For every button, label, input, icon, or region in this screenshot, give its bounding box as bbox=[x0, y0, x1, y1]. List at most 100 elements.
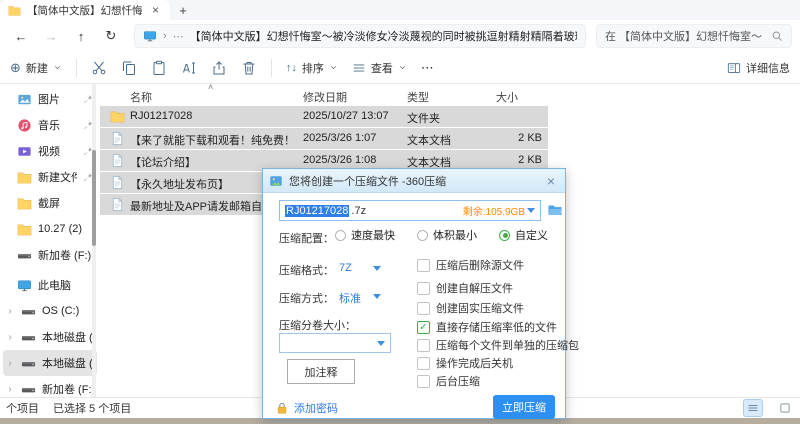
thumbnail-view-toggle[interactable] bbox=[776, 400, 794, 416]
selected-filename: RJ01217028 bbox=[285, 204, 350, 217]
add-password-link[interactable]: 添加密码 bbox=[275, 400, 338, 416]
360zip-icon bbox=[269, 174, 283, 188]
sort-button[interactable]: ↑↓ 排序 bbox=[286, 60, 338, 76]
column-header-name[interactable]: 名称 bbox=[130, 89, 152, 105]
breadcrumb-chevron-icon: › bbox=[163, 30, 167, 42]
sidebar-item-videos[interactable]: 视频 bbox=[3, 138, 97, 164]
chevron-down-icon bbox=[329, 63, 338, 72]
rename-icon[interactable] bbox=[181, 60, 197, 76]
file-row[interactable]: 【来了就能下载和观看！纯免费！】 2025/3/26 1:07 文本文档 2 K… bbox=[100, 128, 548, 149]
sidebar-item-music[interactable]: 音乐 bbox=[3, 112, 97, 138]
back-button[interactable]: ← bbox=[8, 24, 34, 48]
column-headers: ˄ 名称 修改日期 类型 大小 bbox=[100, 82, 800, 106]
radio-smallest[interactable]: 体积最小 bbox=[417, 227, 499, 243]
chevron-right-icon[interactable]: › bbox=[5, 384, 15, 395]
view-button[interactable]: 查看 bbox=[352, 60, 407, 76]
checkbox-background-compress[interactable]: ✓ 后台压缩 bbox=[417, 373, 480, 389]
compress-now-button[interactable]: 立即压缩 bbox=[493, 395, 555, 419]
format-label: 压缩格式： bbox=[279, 265, 334, 277]
music-icon bbox=[17, 118, 32, 133]
checkbox-delete-source[interactable]: ✓ 压缩后删除源文件 bbox=[417, 257, 524, 273]
checkbox-solid-archive[interactable]: ✓ 创建固实压缩文件 bbox=[417, 300, 524, 316]
paste-icon[interactable] bbox=[151, 60, 167, 76]
folder-icon bbox=[17, 170, 32, 185]
method-value[interactable]: 标准 bbox=[339, 290, 361, 306]
checkbox-separate-archives[interactable]: ✓ 压缩每个文件到单独的压缩包 bbox=[417, 337, 579, 353]
archive-name-input[interactable]: RJ01217028 .7z 剩余:105.9GB bbox=[279, 200, 541, 221]
copy-icon[interactable] bbox=[121, 60, 137, 76]
delete-icon[interactable] bbox=[241, 60, 257, 76]
plus-circle-icon: ⊕ bbox=[10, 59, 21, 75]
details-view-toggle[interactable] bbox=[743, 399, 763, 417]
more-options-icon[interactable]: ⋯ bbox=[421, 60, 434, 76]
text-file-icon bbox=[110, 175, 125, 190]
scrollbar-thumb[interactable] bbox=[92, 150, 96, 246]
sidebar-item-volume-f[interactable]: 新加卷 (F:) bbox=[3, 242, 97, 268]
sidebar-scrollbar[interactable] bbox=[92, 84, 96, 397]
radio-icon bbox=[499, 229, 510, 241]
chevron-right-icon[interactable]: › bbox=[5, 332, 15, 343]
file-row[interactable]: RJ01217028 2025/10/27 13:07 文件夹 bbox=[100, 106, 548, 127]
search-box[interactable]: 在 【简体中文版】幻想忏悔室～ bbox=[596, 24, 792, 48]
text-file-icon bbox=[110, 131, 125, 146]
sidebar-item-os-c[interactable]: › OS (C:) bbox=[3, 298, 97, 324]
dropdown-arrow-icon[interactable] bbox=[373, 266, 381, 275]
chevron-right-icon[interactable]: › bbox=[5, 358, 15, 369]
disk-space-remaining: 剩余:105.9GB bbox=[462, 207, 525, 218]
search-input[interactable]: 在 【简体中文版】幻想忏悔室～ bbox=[605, 28, 765, 44]
this-pc-icon bbox=[143, 29, 157, 43]
forward-button[interactable]: → bbox=[38, 24, 64, 48]
checkbox-shutdown-after[interactable]: ✓ 操作完成后关机 bbox=[417, 355, 513, 371]
add-comment-button[interactable]: 加注释 bbox=[287, 359, 355, 384]
details-pane-button[interactable]: 详细信息 bbox=[727, 60, 790, 76]
chevron-down-icon bbox=[53, 63, 62, 72]
thumbnail-view-icon bbox=[779, 402, 791, 414]
dropdown-arrow-icon[interactable] bbox=[373, 294, 381, 303]
radio-custom[interactable]: 自定义 bbox=[499, 227, 548, 243]
address-bar[interactable]: › ⋯ 【简体中文版】幻想忏悔室～被冷淡修女冷淡蔑视的同时被挑逗射精射精隔着玻璃 bbox=[134, 24, 586, 48]
drive-icon bbox=[17, 248, 32, 263]
new-tab-button[interactable]: + bbox=[170, 0, 196, 20]
sidebar-item-new-folder[interactable]: 新建文件夹 bbox=[3, 164, 97, 190]
sidebar-item-screenshots[interactable]: 截屏 bbox=[3, 190, 97, 216]
sidebar-item-pictures[interactable]: 图片 bbox=[3, 86, 97, 112]
list-view-icon bbox=[747, 402, 759, 414]
checkbox-store-low-ratio[interactable]: ✓ 直接存储压缩率低的文件 bbox=[417, 319, 557, 335]
split-size-combo[interactable] bbox=[279, 333, 391, 353]
format-value[interactable]: 7Z bbox=[339, 262, 352, 274]
breadcrumb-ellipsis-icon[interactable]: ⋯ bbox=[173, 30, 184, 43]
checkbox-self-extracting[interactable]: ✓ 创建自解压文件 bbox=[417, 280, 513, 296]
new-button[interactable]: ⊕ 新建 bbox=[10, 60, 62, 76]
drive-icon bbox=[21, 330, 36, 345]
sidebar-item-volume-f2[interactable]: › 新加卷 (F:) bbox=[3, 376, 97, 397]
tab-close-icon[interactable]: × bbox=[149, 4, 162, 16]
filename-extension: .7z bbox=[351, 204, 367, 217]
refresh-button[interactable]: ↻ bbox=[98, 24, 124, 48]
tab-bar: 【简体中文版】幻想忏悔室～被 × + bbox=[0, 0, 800, 20]
cut-icon[interactable] bbox=[91, 60, 107, 76]
dropdown-arrow-icon[interactable] bbox=[527, 208, 535, 217]
column-header-date[interactable]: 修改日期 bbox=[303, 89, 347, 105]
checkbox-icon: ✓ bbox=[417, 320, 430, 334]
details-pane-icon bbox=[727, 61, 741, 75]
sidebar-item-disk-e[interactable]: › 本地磁盘 (E:) bbox=[3, 350, 97, 376]
sidebar-item-this-pc[interactable]: 此电脑 bbox=[3, 272, 97, 298]
share-icon[interactable] bbox=[211, 60, 227, 76]
browse-folder-icon[interactable] bbox=[547, 202, 563, 218]
checkbox-icon: ✓ bbox=[417, 258, 430, 272]
sort-caret-icon: ˄ bbox=[208, 82, 214, 92]
column-header-size[interactable]: 大小 bbox=[496, 89, 518, 105]
drive-icon bbox=[21, 382, 36, 397]
breadcrumb-path: 【简体中文版】幻想忏悔室～被冷淡修女冷淡蔑视的同时被挑逗射精射精隔着玻璃 bbox=[189, 31, 577, 43]
column-header-type[interactable]: 类型 bbox=[407, 89, 429, 105]
dialog-close-icon[interactable]: × bbox=[543, 174, 559, 188]
radio-fastest[interactable]: 速度最快 bbox=[335, 227, 417, 243]
radio-icon bbox=[335, 229, 346, 241]
chevron-right-icon[interactable]: › bbox=[5, 306, 15, 317]
checkbox-icon: ✓ bbox=[417, 281, 430, 295]
dialog-title-bar[interactable]: 您将创建一个压缩文件 -360压缩 × bbox=[263, 169, 565, 193]
sidebar-item-disk-d[interactable]: › 本地磁盘 (D:) bbox=[3, 324, 97, 350]
sidebar-item-1027[interactable]: 10.27 (2) bbox=[3, 216, 97, 242]
up-button[interactable]: ↑ bbox=[68, 24, 94, 48]
explorer-tab[interactable]: 【简体中文版】幻想忏悔室～被 × bbox=[0, 0, 170, 20]
